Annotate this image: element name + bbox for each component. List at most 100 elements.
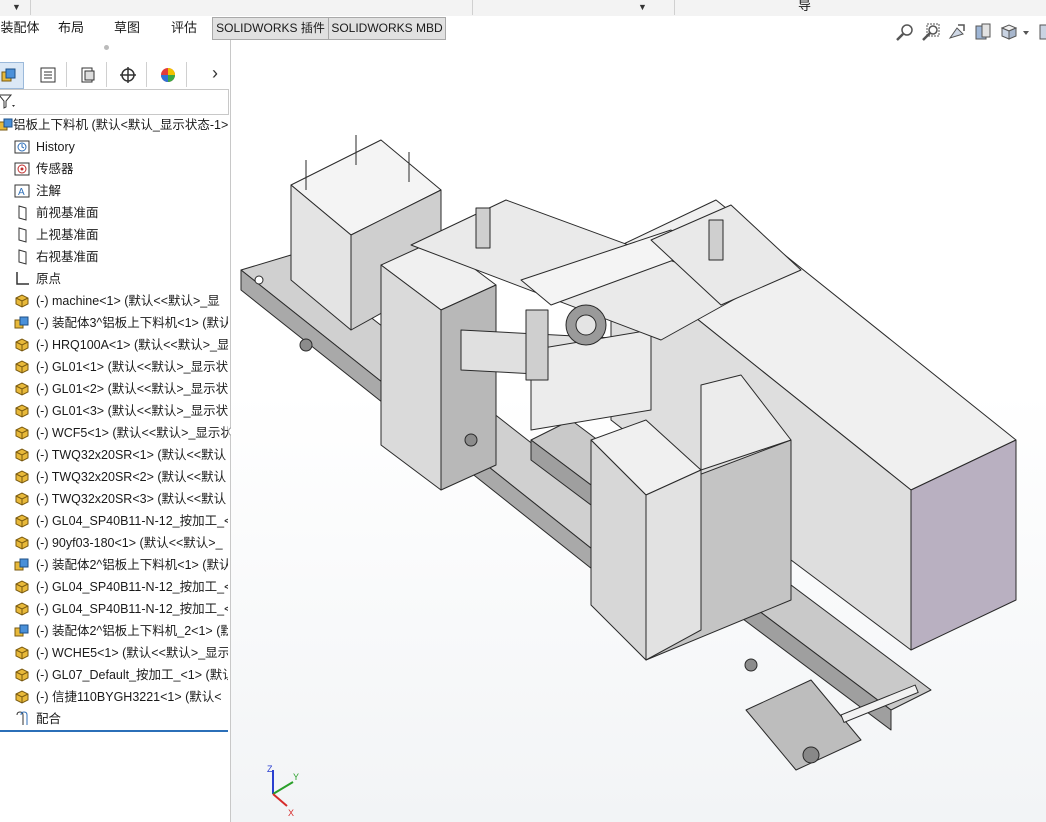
tree-item-label: (-) 装配体3^铝板上下料机<1> (默认 — [36, 316, 228, 330]
tree-item[interactable]: (-) 装配体2^铝板上下料机<1> (默认 — [0, 554, 228, 576]
feature-manager-icon — [1, 68, 16, 81]
top-strip-text: 导 — [798, 0, 812, 13]
property-manager-icon — [40, 67, 56, 82]
tab-feature-manager[interactable] — [0, 62, 24, 89]
tree-item-label: (-) TWQ32x20SR<1> (默认<<默认 — [36, 448, 227, 462]
part-icon — [14, 381, 30, 397]
tree-item-label: (-) 装配体2^铝板上下料机<1> (默认 — [36, 558, 228, 572]
part-icon — [14, 601, 30, 617]
tree-item[interactable]: (-) GL04_SP40B11-N-12_按加工_< — [0, 510, 228, 532]
filter-row[interactable] — [0, 89, 229, 115]
filter-icon[interactable] — [0, 93, 18, 111]
tree-item[interactable]: 原点 — [0, 268, 228, 290]
tree-item[interactable]: 前视基准面 — [0, 202, 228, 224]
tab-solidworks-mbd[interactable]: SOLIDWORKS MBD — [328, 17, 446, 40]
tab-dimxpert-manager[interactable] — [110, 62, 147, 87]
tab-evaluate[interactable]: 评估 — [160, 17, 208, 38]
tree-item[interactable]: (-) GL04_SP40B11-N-12_按加工_< — [0, 598, 228, 620]
annotation-icon: A — [14, 183, 30, 199]
tree-item[interactable]: (-) GL07_Default_按加工_<1> (默认 — [0, 664, 228, 686]
previous-view-icon[interactable] — [947, 22, 967, 42]
tree-item-label: (-) 90yf03-180<1> (默认<<默认>_ — [36, 536, 223, 550]
tree-item[interactable]: (-) 装配体2^铝板上下料机_2<1> (默 — [0, 620, 228, 642]
tree-item[interactable]: 右视基准面 — [0, 246, 228, 268]
tree-item[interactable]: (-) machine<1> (默认<<默认>_显 — [0, 290, 228, 312]
tree-item-label: (-) 信捷110BYGH3221<1> (默认< — [36, 690, 222, 704]
tree-item-label: (-) WCHE5<1> (默认<<默认>_显示 — [36, 646, 228, 660]
tab-solidworks-addins[interactable]: SOLIDWORKS 插件 — [212, 17, 329, 40]
tree-item-label: 注解 — [36, 184, 62, 198]
tree-item[interactable]: 上视基准面 — [0, 224, 228, 246]
tree-item-label: (-) GL01<3> (默认<<默认>_显示状 — [36, 404, 228, 418]
zoom-to-area-icon[interactable] — [921, 22, 941, 42]
subassembly-icon — [14, 623, 30, 639]
zoom-to-fit-icon[interactable] — [895, 22, 915, 42]
tree-item[interactable]: 传感器 — [0, 158, 228, 180]
tree-item[interactable]: (-) HRQ100A<1> (默认<<默认>_显 — [0, 334, 228, 356]
tree-item[interactable]: (-) WCHE5<1> (默认<<默认>_显示 — [0, 642, 228, 664]
mates-icon — [14, 711, 30, 727]
assembly-icon — [0, 117, 14, 133]
tab-sketch[interactable]: 草图 — [104, 17, 150, 38]
part-icon — [14, 579, 30, 595]
tree-item-label: History — [36, 140, 75, 154]
display-style-icon[interactable] — [1039, 22, 1046, 42]
tree-item-label: 前视基准面 — [36, 206, 99, 220]
part-icon — [14, 359, 30, 375]
plane-icon — [14, 227, 30, 243]
tree-root-item[interactable]: 铝板上下料机 (默认<默认_显示状态-1> — [0, 114, 228, 136]
tree-item[interactable]: (-) WCF5<1> (默认<<默认>_显示状 — [0, 422, 228, 444]
part-icon — [14, 469, 30, 485]
display-manager-icon — [161, 67, 175, 82]
tree-item-label: (-) GL04_SP40B11-N-12_按加工_< — [36, 580, 228, 594]
tab-display-manager[interactable] — [150, 62, 187, 87]
triad-y-axis — [272, 781, 294, 795]
graphics-area[interactable]: Z Y X — [231, 40, 1046, 822]
svg-text:A: A — [18, 187, 25, 198]
triad-z-label: Z — [267, 764, 273, 774]
subassembly-icon — [14, 557, 30, 573]
model-view — [240, 135, 1017, 771]
part-icon — [14, 513, 30, 529]
plane-icon — [14, 205, 30, 221]
panel-splitter-handle[interactable] — [104, 45, 109, 50]
top-strip-right: 导 — [674, 0, 1046, 15]
dimxpert-manager-icon — [120, 66, 136, 83]
origin-icon — [14, 271, 30, 287]
part-icon — [14, 491, 30, 507]
tree-item-label: (-) GL01<2> (默认<<默认>_显示状 — [36, 382, 228, 396]
tree-item[interactable]: History — [0, 136, 228, 158]
part-icon — [14, 293, 30, 309]
tree-item[interactable]: (-) GL04_SP40B11-N-12_按加工_< — [0, 576, 228, 598]
chevron-down-icon: ▼ — [638, 2, 647, 12]
chevron-down-icon: ▼ — [12, 2, 21, 12]
top-toolbar-strip: ▼ ▼ 导 — [0, 0, 1046, 17]
tree-item-label: 配合 — [36, 712, 62, 726]
tree-item[interactable]: (-) TWQ32x20SR<3> (默认<<默认 — [0, 488, 228, 510]
tree-item[interactable]: (-) GL01<1> (默认<<默认>_显示状 — [0, 356, 228, 378]
tree-item[interactable]: (-) TWQ32x20SR<1> (默认<<默认 — [0, 444, 228, 466]
tree-item[interactable]: 配合 — [0, 708, 228, 730]
top-strip-combo[interactable]: ▼ — [472, 0, 675, 15]
tree-item[interactable]: A 注解 — [0, 180, 228, 202]
dropdown-left[interactable]: ▼ — [0, 0, 31, 15]
tree-item[interactable]: (-) 信捷110BYGH3221<1> (默认< — [0, 686, 228, 708]
triad-x-axis — [272, 793, 288, 807]
tree-item[interactable]: (-) 90yf03-180<1> (默认<<默认>_ — [0, 532, 228, 554]
tree-item-label: 原点 — [36, 272, 62, 286]
more-tabs-button[interactable]: › — [212, 63, 218, 84]
tab-assembly[interactable]: 装配体 — [0, 17, 40, 38]
coordinate-triad: Z Y X — [267, 764, 299, 818]
tree-item[interactable]: (-) 装配体3^铝板上下料机<1> (默认 — [0, 312, 228, 334]
rollback-bar[interactable] — [0, 730, 228, 732]
tab-configuration-manager[interactable] — [70, 62, 107, 87]
dropdown-arrow-icon[interactable] — [1021, 22, 1031, 42]
tree-item-label: (-) WCF5<1> (默认<<默认>_显示状 — [36, 426, 228, 440]
tree-item[interactable]: (-) GL01<3> (默认<<默认>_显示状 — [0, 400, 228, 422]
tab-property-manager[interactable] — [30, 62, 67, 87]
tab-layout[interactable]: 布局 — [48, 17, 94, 38]
section-view-icon[interactable] — [973, 22, 993, 42]
view-orientation-icon[interactable] — [999, 22, 1019, 42]
tree-item[interactable]: (-) TWQ32x20SR<2> (默认<<默认 — [0, 466, 228, 488]
tree-item[interactable]: (-) GL01<2> (默认<<默认>_显示状 — [0, 378, 228, 400]
